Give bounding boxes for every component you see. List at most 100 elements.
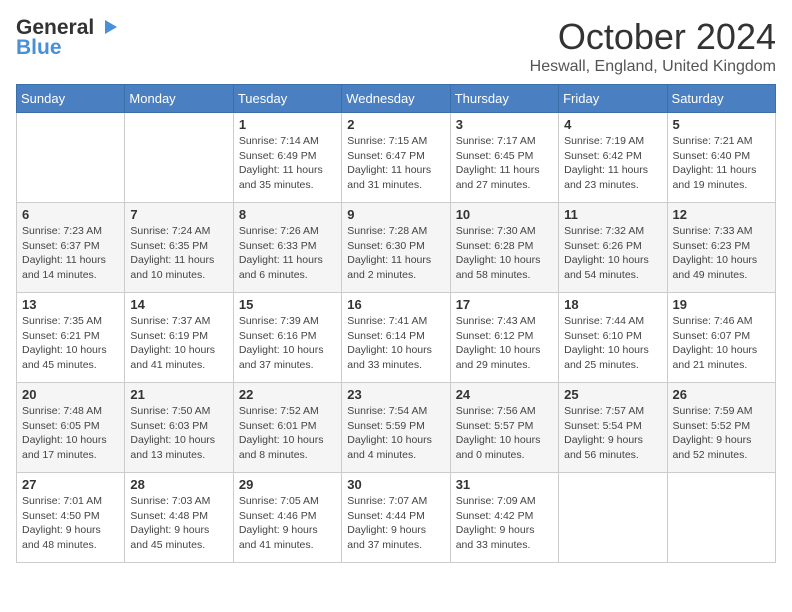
weekday-header-row: SundayMondayTuesdayWednesdayThursdayFrid… (17, 85, 776, 113)
day-info: Sunrise: 7:44 AMSunset: 6:10 PMDaylight:… (564, 314, 661, 373)
day-info: Sunrise: 7:48 AMSunset: 6:05 PMDaylight:… (22, 404, 119, 463)
day-number: 21 (130, 387, 227, 402)
day-number: 2 (347, 117, 444, 132)
weekday-header-wednesday: Wednesday (342, 85, 450, 113)
calendar-table: SundayMondayTuesdayWednesdayThursdayFrid… (16, 84, 776, 563)
day-number: 25 (564, 387, 661, 402)
calendar-cell: 21 Sunrise: 7:50 AMSunset: 6:03 PMDayligh… (125, 383, 233, 473)
day-info: Sunrise: 7:21 AMSunset: 6:40 PMDaylight:… (673, 134, 770, 193)
day-number: 11 (564, 207, 661, 222)
calendar-cell: 5 Sunrise: 7:21 AMSunset: 6:40 PMDaylight… (667, 113, 775, 203)
day-info: Sunrise: 7:56 AMSunset: 5:57 PMDaylight:… (456, 404, 553, 463)
title-area: October 2024 Heswall, England, United Ki… (530, 16, 776, 76)
calendar-cell: 30 Sunrise: 7:07 AMSunset: 4:44 PMDayligh… (342, 473, 450, 563)
day-number: 8 (239, 207, 336, 222)
logo-blue-text: Blue (16, 36, 62, 60)
calendar-cell: 31 Sunrise: 7:09 AMSunset: 4:42 PMDayligh… (450, 473, 558, 563)
calendar-cell: 10Sunrise: 7:30 AMSunset: 6:28 PMDayligh… (450, 203, 558, 293)
calendar-cell: 15Sunrise: 7:39 AMSunset: 6:16 PMDayligh… (233, 293, 341, 383)
day-number: 22 (239, 387, 336, 402)
day-number: 23 (347, 387, 444, 402)
day-info: Sunrise: 7:32 AMSunset: 6:26 PMDaylight:… (564, 224, 661, 283)
day-number: 7 (130, 207, 227, 222)
day-info: Sunrise: 7:01 AMSunset: 4:50 PMDaylight:… (22, 494, 119, 553)
day-number: 16 (347, 297, 444, 312)
day-number: 24 (456, 387, 553, 402)
calendar-cell: 1 Sunrise: 7:14 AMSunset: 6:49 PMDaylight… (233, 113, 341, 203)
day-info: Sunrise: 7:35 AMSunset: 6:21 PMDaylight:… (22, 314, 119, 373)
day-number: 19 (673, 297, 770, 312)
day-info: Sunrise: 7:30 AMSunset: 6:28 PMDaylight:… (456, 224, 553, 283)
calendar-cell: 27 Sunrise: 7:01 AMSunset: 4:50 PMDayligh… (17, 473, 125, 563)
day-info: Sunrise: 7:15 AMSunset: 6:47 PMDaylight:… (347, 134, 444, 193)
day-number: 18 (564, 297, 661, 312)
day-info: Sunrise: 7:24 AMSunset: 6:35 PMDaylight:… (130, 224, 227, 283)
day-info: Sunrise: 7:19 AMSunset: 6:42 PMDaylight:… (564, 134, 661, 193)
weekday-header-thursday: Thursday (450, 85, 558, 113)
day-number: 13 (22, 297, 119, 312)
calendar-cell: 25 Sunrise: 7:57 AMSunset: 5:54 PMDayligh… (559, 383, 667, 473)
day-info: Sunrise: 7:14 AMSunset: 6:49 PMDaylight:… (239, 134, 336, 193)
calendar-cell: 17Sunrise: 7:43 AMSunset: 6:12 PMDayligh… (450, 293, 558, 383)
calendar-cell: 28Sunrise: 7:03 AMSunset: 4:48 PMDayligh… (125, 473, 233, 563)
day-number: 28 (130, 477, 227, 492)
calendar-cell (559, 473, 667, 563)
day-info: Sunrise: 7:07 AMSunset: 4:44 PMDaylight:… (347, 494, 444, 553)
calendar-cell (17, 113, 125, 203)
day-info: Sunrise: 7:28 AMSunset: 6:30 PMDaylight:… (347, 224, 444, 283)
day-number: 30 (347, 477, 444, 492)
day-number: 17 (456, 297, 553, 312)
day-info: Sunrise: 7:54 AMSunset: 5:59 PMDaylight:… (347, 404, 444, 463)
calendar-cell: 23 Sunrise: 7:54 AMSunset: 5:59 PMDayligh… (342, 383, 450, 473)
calendar-cell: 4 Sunrise: 7:19 AMSunset: 6:42 PMDaylight… (559, 113, 667, 203)
calendar-cell: 16Sunrise: 7:41 AMSunset: 6:14 PMDayligh… (342, 293, 450, 383)
calendar-cell (667, 473, 775, 563)
week-row-2: 6 Sunrise: 7:23 AMSunset: 6:37 PMDaylight… (17, 203, 776, 293)
day-info: Sunrise: 7:09 AMSunset: 4:42 PMDaylight:… (456, 494, 553, 553)
calendar-cell: 11 Sunrise: 7:32 AMSunset: 6:26 PMDayligh… (559, 203, 667, 293)
day-number: 20 (22, 387, 119, 402)
week-row-3: 13 Sunrise: 7:35 AMSunset: 6:21 PMDayligh… (17, 293, 776, 383)
day-number: 4 (564, 117, 661, 132)
weekday-header-monday: Monday (125, 85, 233, 113)
calendar-cell: 2 Sunrise: 7:15 AMSunset: 6:47 PMDaylight… (342, 113, 450, 203)
calendar-cell: 9 Sunrise: 7:28 AMSunset: 6:30 PMDaylight… (342, 203, 450, 293)
calendar-cell: 29Sunrise: 7:05 AMSunset: 4:46 PMDayligh… (233, 473, 341, 563)
day-info: Sunrise: 7:17 AMSunset: 6:45 PMDaylight:… (456, 134, 553, 193)
calendar-cell: 22 Sunrise: 7:52 AMSunset: 6:01 PMDayligh… (233, 383, 341, 473)
week-row-5: 27 Sunrise: 7:01 AMSunset: 4:50 PMDayligh… (17, 473, 776, 563)
week-row-4: 20 Sunrise: 7:48 AMSunset: 6:05 PMDayligh… (17, 383, 776, 473)
calendar-cell: 7 Sunrise: 7:24 AMSunset: 6:35 PMDaylight… (125, 203, 233, 293)
day-number: 14 (130, 297, 227, 312)
day-number: 3 (456, 117, 553, 132)
day-number: 29 (239, 477, 336, 492)
day-info: Sunrise: 7:23 AMSunset: 6:37 PMDaylight:… (22, 224, 119, 283)
day-number: 9 (347, 207, 444, 222)
calendar-cell: 13 Sunrise: 7:35 AMSunset: 6:21 PMDayligh… (17, 293, 125, 383)
calendar-cell: 24 Sunrise: 7:56 AMSunset: 5:57 PMDayligh… (450, 383, 558, 473)
day-info: Sunrise: 7:26 AMSunset: 6:33 PMDaylight:… (239, 224, 336, 283)
page-header: General Blue October 2024 Heswall, Engla… (16, 16, 776, 76)
calendar-cell: 14 Sunrise: 7:37 AMSunset: 6:19 PMDayligh… (125, 293, 233, 383)
weekday-header-saturday: Saturday (667, 85, 775, 113)
calendar-cell: 8 Sunrise: 7:26 AMSunset: 6:33 PMDaylight… (233, 203, 341, 293)
day-number: 12 (673, 207, 770, 222)
day-info: Sunrise: 7:50 AMSunset: 6:03 PMDaylight:… (130, 404, 227, 463)
day-number: 26 (673, 387, 770, 402)
logo-icon (97, 16, 119, 38)
day-number: 5 (673, 117, 770, 132)
weekday-header-sunday: Sunday (17, 85, 125, 113)
day-info: Sunrise: 7:57 AMSunset: 5:54 PMDaylight:… (564, 404, 661, 463)
weekday-header-tuesday: Tuesday (233, 85, 341, 113)
day-number: 27 (22, 477, 119, 492)
day-info: Sunrise: 7:46 AMSunset: 6:07 PMDaylight:… (673, 314, 770, 373)
day-info: Sunrise: 7:59 AMSunset: 5:52 PMDaylight:… (673, 404, 770, 463)
location-title: Heswall, England, United Kingdom (530, 58, 776, 76)
calendar-cell: 6 Sunrise: 7:23 AMSunset: 6:37 PMDaylight… (17, 203, 125, 293)
day-info: Sunrise: 7:52 AMSunset: 6:01 PMDaylight:… (239, 404, 336, 463)
day-number: 31 (456, 477, 553, 492)
day-number: 1 (239, 117, 336, 132)
day-info: Sunrise: 7:39 AMSunset: 6:16 PMDaylight:… (239, 314, 336, 373)
day-info: Sunrise: 7:37 AMSunset: 6:19 PMDaylight:… (130, 314, 227, 373)
day-number: 6 (22, 207, 119, 222)
